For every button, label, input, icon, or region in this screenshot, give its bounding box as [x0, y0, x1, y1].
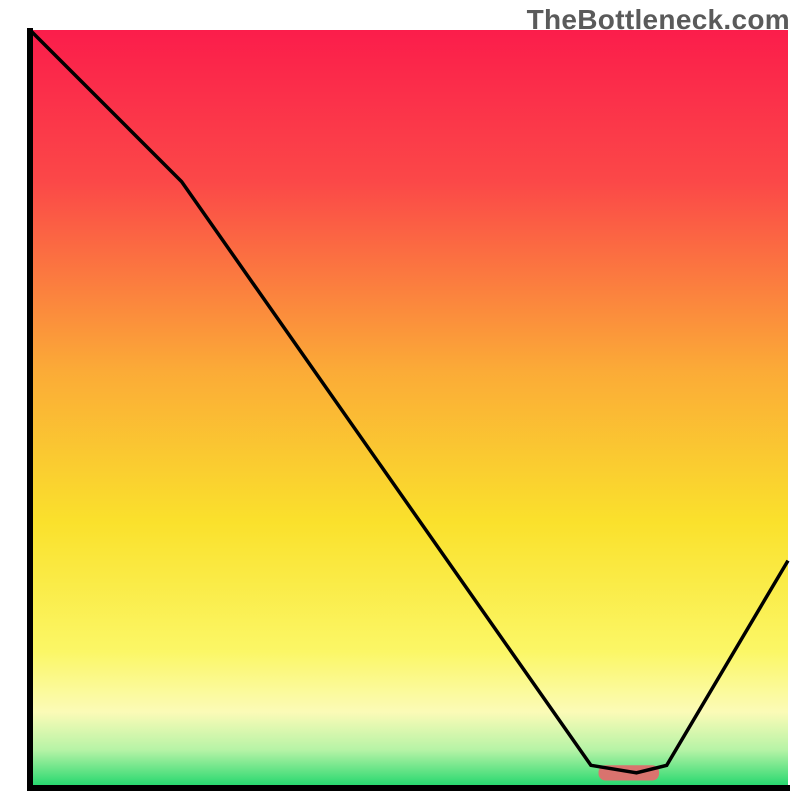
watermark-text: TheBottleneck.com [527, 4, 790, 36]
bottleneck-chart [0, 0, 800, 800]
chart-container: TheBottleneck.com [0, 0, 800, 800]
